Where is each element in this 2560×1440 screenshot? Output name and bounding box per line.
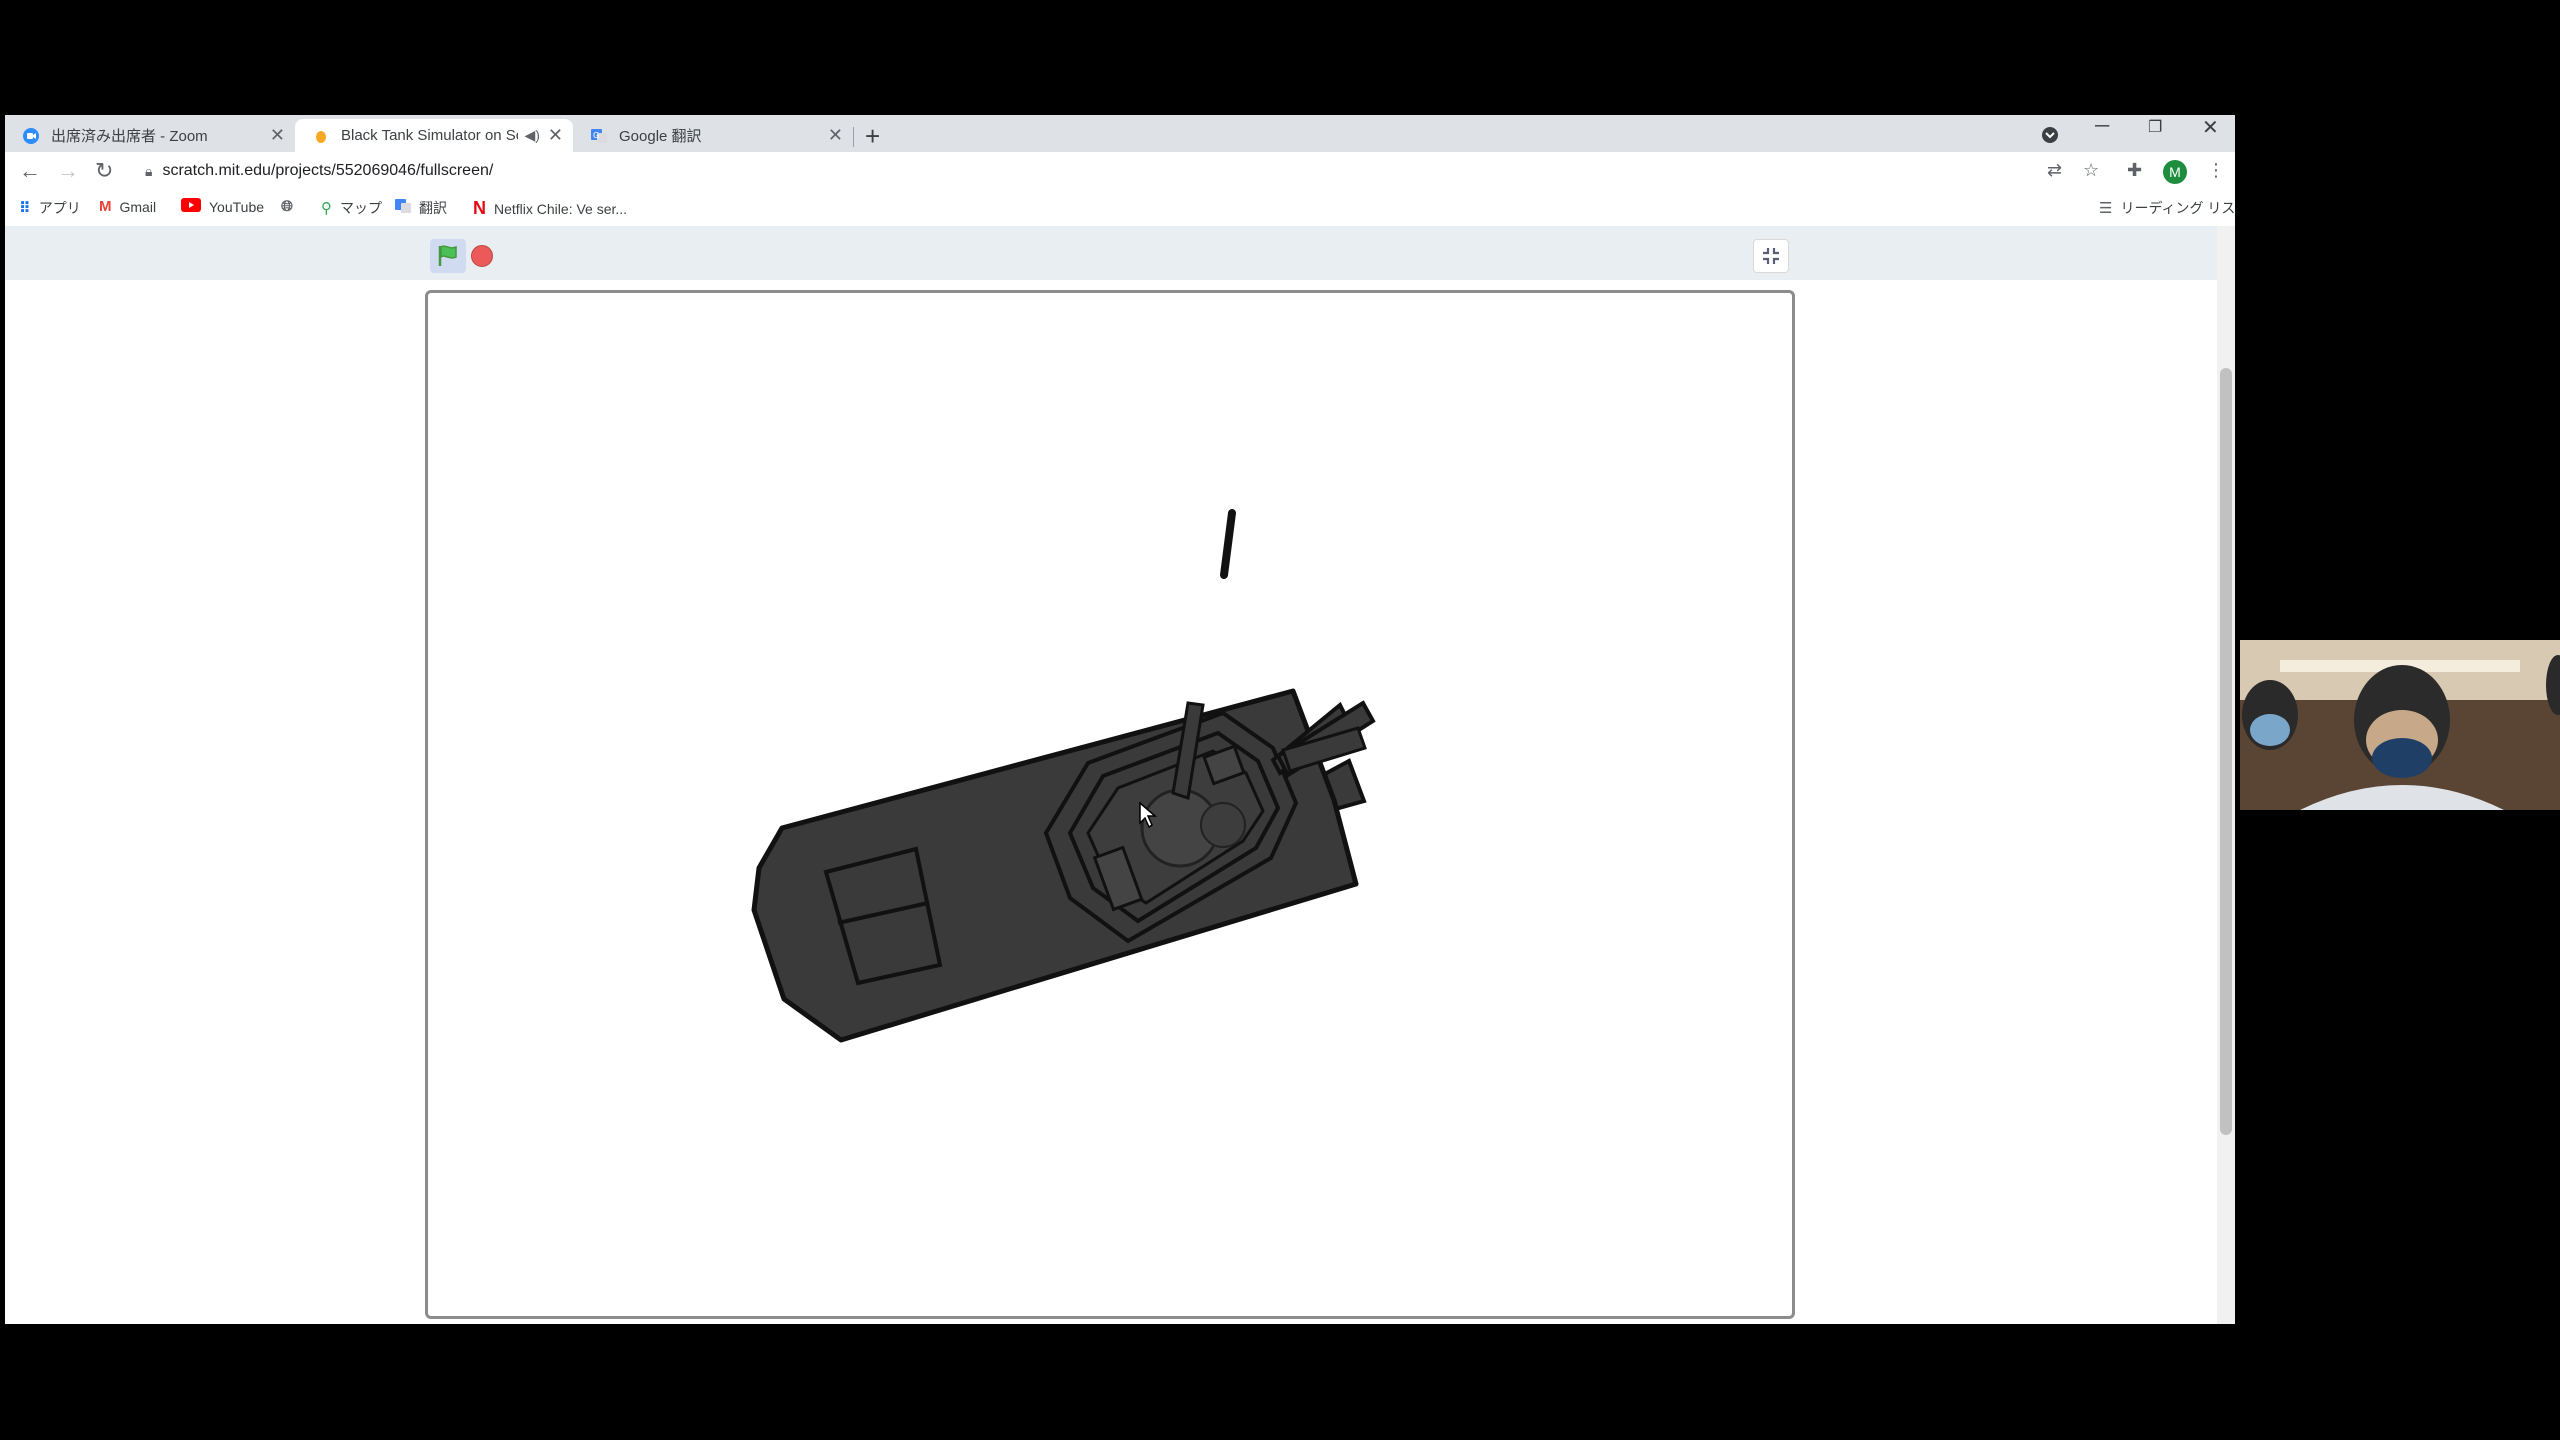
translate-icon: G — [591, 128, 607, 144]
menu-kebab-icon[interactable]: ⋮ — [2207, 160, 2225, 181]
reload-icon[interactable]: ↻ — [95, 158, 113, 184]
green-flag-icon — [438, 245, 457, 266]
bookmark-label: Netflix Chile: Ve ser... — [494, 200, 628, 217]
youtube-icon — [181, 198, 201, 216]
back-icon[interactable]: ← — [19, 158, 41, 184]
tab-scratch[interactable]: Black Tank Simulator on Scra ◀) ✕ — [295, 119, 573, 152]
bookmark-maps[interactable]: ⚲ マップ — [321, 198, 382, 218]
page-scrollbar[interactable] — [2217, 226, 2235, 1324]
close-tab-icon[interactable]: ✕ — [548, 125, 563, 146]
scratch-stage[interactable] — [425, 290, 1795, 1319]
projectile-sprite — [1220, 509, 1236, 579]
bookmark-apps[interactable]: ⠿ アプリ — [19, 198, 81, 218]
exit-fullscreen-button[interactable] — [1753, 239, 1789, 273]
tab-separator — [853, 127, 854, 147]
tab-strip: 出席済み出席者 - Zoom ✕ Black Tank Simulator on… — [5, 115, 2235, 152]
tab-title: Black Tank Simulator on Scra — [341, 127, 519, 144]
bookmark-label: マップ — [340, 200, 382, 216]
browser-window: 出席済み出席者 - Zoom ✕ Black Tank Simulator on… — [5, 115, 2235, 1324]
bookmarks-bar: ⠿ アプリ M Gmail YouTube 🌐︎ ⚲ マップ 翻訳 N Netf… — [5, 190, 2235, 227]
svg-text:G: G — [593, 131, 599, 140]
bookmark-label: YouTube — [209, 199, 265, 215]
apps-grid-icon: ⠿ — [19, 200, 31, 217]
maps-icon: ⚲ — [321, 200, 332, 217]
bookmark-translate[interactable]: 翻訳 — [395, 198, 447, 218]
bookmark-label: Gmail — [119, 198, 157, 215]
scrollbar-thumb[interactable] — [2220, 368, 2232, 1135]
scratch-controls-bar — [5, 226, 2217, 280]
bookmark-label: アプリ — [38, 200, 81, 216]
tab-search-icon[interactable] — [2040, 117, 2060, 151]
extensions-puzzle-icon[interactable]: ✚ — [2127, 160, 2142, 181]
zoom-icon — [23, 127, 39, 144]
globe-icon: 🌐︎ — [281, 198, 294, 215]
reading-list-icon: ☰ — [2099, 200, 2113, 217]
zoom-video-thumbnail — [2240, 640, 2560, 810]
address-bar[interactable]: 🔒︎ scratch.mit.edu/projects/552069046/fu… — [133, 156, 2073, 186]
new-tab-button[interactable]: + — [865, 121, 880, 152]
url-text[interactable]: scratch.mit.edu/projects/552069046/fulls… — [162, 162, 493, 180]
participant-video — [2240, 640, 2560, 810]
close-tab-icon[interactable]: ✕ — [828, 125, 843, 146]
netflix-icon: N — [473, 198, 486, 218]
profile-avatar[interactable]: M — [2163, 160, 2187, 184]
tank-sprite — [751, 688, 1376, 1043]
close-window-icon[interactable]: ✕ — [2202, 115, 2219, 140]
tab-zoom[interactable]: 出席済み出席者 - Zoom ✕ — [5, 119, 295, 152]
browser-toolbar: ← → ↻ 🔒︎ scratch.mit.edu/projects/552069… — [5, 152, 2235, 190]
gmail-icon: M — [99, 198, 112, 215]
forward-icon[interactable]: → — [57, 158, 79, 184]
stage-canvas[interactable] — [428, 293, 1792, 1316]
tab-title: 出席済み出席者 - Zoom — [51, 128, 208, 145]
bookmark-star-icon[interactable]: ☆ — [2083, 160, 2099, 181]
page-translate-icon[interactable]: ⇄ — [2047, 160, 2062, 181]
bookmark-globe[interactable]: 🌐︎ — [281, 198, 301, 215]
scratch-cat-icon — [313, 128, 329, 144]
tab-google-translate[interactable]: G Google 翻訳 ✕ — [573, 119, 853, 152]
bookmark-netflix[interactable]: N Netflix Chile: Ve ser... — [473, 198, 627, 219]
green-flag-button[interactable] — [430, 239, 466, 273]
bookmark-gmail[interactable]: M Gmail — [99, 198, 156, 215]
stop-button[interactable] — [471, 245, 493, 267]
close-tab-icon[interactable]: ✕ — [270, 125, 285, 146]
lock-icon[interactable]: 🔒︎ — [145, 163, 152, 180]
restore-icon[interactable]: ❐ — [2148, 117, 2162, 137]
exit-fullscreen-icon — [1763, 248, 1779, 264]
reading-list-label: リーディング リスト — [2120, 200, 2235, 216]
reading-list-button[interactable]: ☰ リーディング リスト — [2099, 198, 2235, 218]
minimize-icon[interactable]: ─ — [2095, 115, 2109, 138]
tab-title: Google 翻訳 — [619, 128, 702, 145]
bookmark-youtube[interactable]: YouTube — [181, 198, 264, 216]
audio-playing-icon[interactable]: ◀) — [524, 127, 539, 144]
translate-icon — [395, 198, 411, 218]
bookmark-label: 翻訳 — [419, 200, 447, 216]
